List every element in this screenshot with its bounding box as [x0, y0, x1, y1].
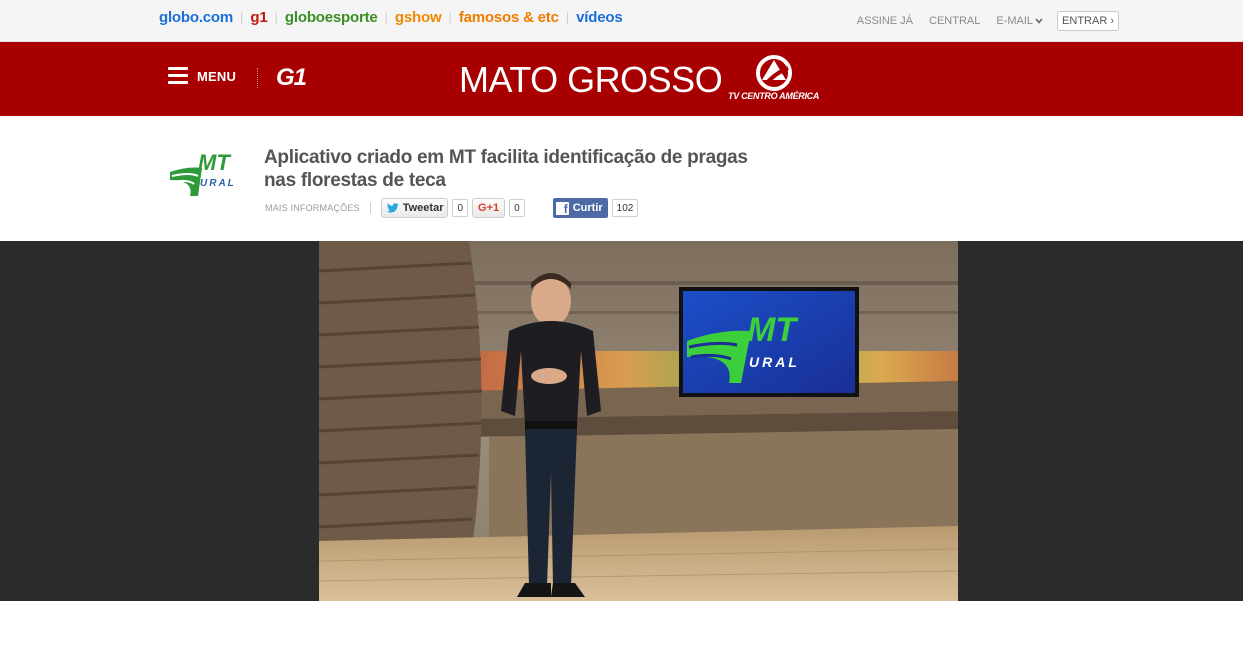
brand-link-gshow[interactable]: gshow: [395, 9, 442, 26]
brand-link-g1[interactable]: g1: [250, 9, 267, 26]
region-title: MATO GROSSO: [459, 59, 723, 100]
gplus-count: 0: [509, 199, 525, 217]
tweet-count: 0: [452, 199, 469, 217]
site-header: MENU G1 MATO GROSSO TV CENTRO AMÉRICA: [0, 42, 1243, 116]
brand-separator: |: [448, 10, 452, 25]
brand-link-videos[interactable]: vídeos: [576, 9, 623, 26]
brand-separator: |: [384, 10, 388, 25]
video-frame-studio: MT URAL: [319, 241, 958, 601]
globo-top-bar: globo.com | g1 | globoesporte | gshow | …: [0, 0, 1243, 42]
video-section: MT URAL: [0, 241, 1243, 601]
svg-text:MT: MT: [198, 150, 231, 175]
article-header: MT URAL Aplicativo criado em MT facilita…: [0, 116, 1243, 241]
menu-button[interactable]: MENU: [168, 67, 236, 85]
article-headline: Aplicativo criado em MT facilita identif…: [264, 147, 748, 191]
svg-text:MT: MT: [747, 311, 799, 349]
svg-text:URAL: URAL: [749, 354, 800, 370]
mt-rural-program-logo: MT URAL: [168, 146, 246, 198]
tv-logo-emblem-icon: [756, 55, 792, 91]
login-button[interactable]: ENTRAR ›: [1057, 11, 1119, 31]
facebook-like-count: 102: [611, 199, 639, 217]
tv-logo-text: TV CENTRO AMÉRICA: [728, 91, 820, 101]
brand-separator: |: [565, 10, 570, 25]
brand-link-famosos[interactable]: famosos & etc: [459, 9, 559, 26]
header-divider: [257, 68, 258, 88]
svg-text:URAL: URAL: [200, 178, 236, 189]
hamburger-icon: [168, 67, 188, 85]
social-share-bar: MAIS INFORMAÇÕES Tweetar 0 G+1 0 f Curti…: [265, 198, 639, 218]
central-link[interactable]: CENTRAL: [929, 15, 980, 27]
subscribe-link[interactable]: ASSINE JÁ: [857, 15, 913, 27]
account-links: ASSINE JÁ CENTRAL E-MAIL ENTRAR ›: [841, 11, 1119, 31]
more-info-link[interactable]: MAIS INFORMAÇÕES: [265, 203, 360, 213]
tweet-button[interactable]: Tweetar: [380, 198, 449, 218]
chevron-down-icon: [1035, 18, 1043, 24]
email-link-label: E-MAIL: [996, 15, 1034, 27]
brand-link-globo[interactable]: globo.com: [159, 9, 233, 26]
g1-logo[interactable]: G1: [276, 64, 307, 92]
email-link[interactable]: E-MAIL: [996, 15, 1043, 27]
twitter-bird-icon: [386, 203, 399, 213]
brand-separator: |: [240, 10, 244, 25]
facebook-like-label: Curtir: [572, 202, 603, 214]
brand-link-globoesporte[interactable]: globoesporte: [285, 9, 378, 26]
tweet-label: Tweetar: [402, 202, 444, 214]
social-separator: [369, 202, 371, 214]
facebook-like-button[interactable]: f Curtir: [552, 198, 608, 218]
video-player[interactable]: MT URAL: [319, 241, 958, 601]
facebook-icon: f: [555, 201, 569, 215]
gplus-button[interactable]: G+1: [472, 198, 506, 218]
globo-brand-links: globo.com | g1 | globoesporte | gshow | …: [159, 9, 623, 26]
brand-separator: |: [274, 10, 278, 25]
menu-label: MENU: [197, 68, 237, 84]
tv-centro-america-logo[interactable]: TV CENTRO AMÉRICA: [728, 54, 820, 104]
